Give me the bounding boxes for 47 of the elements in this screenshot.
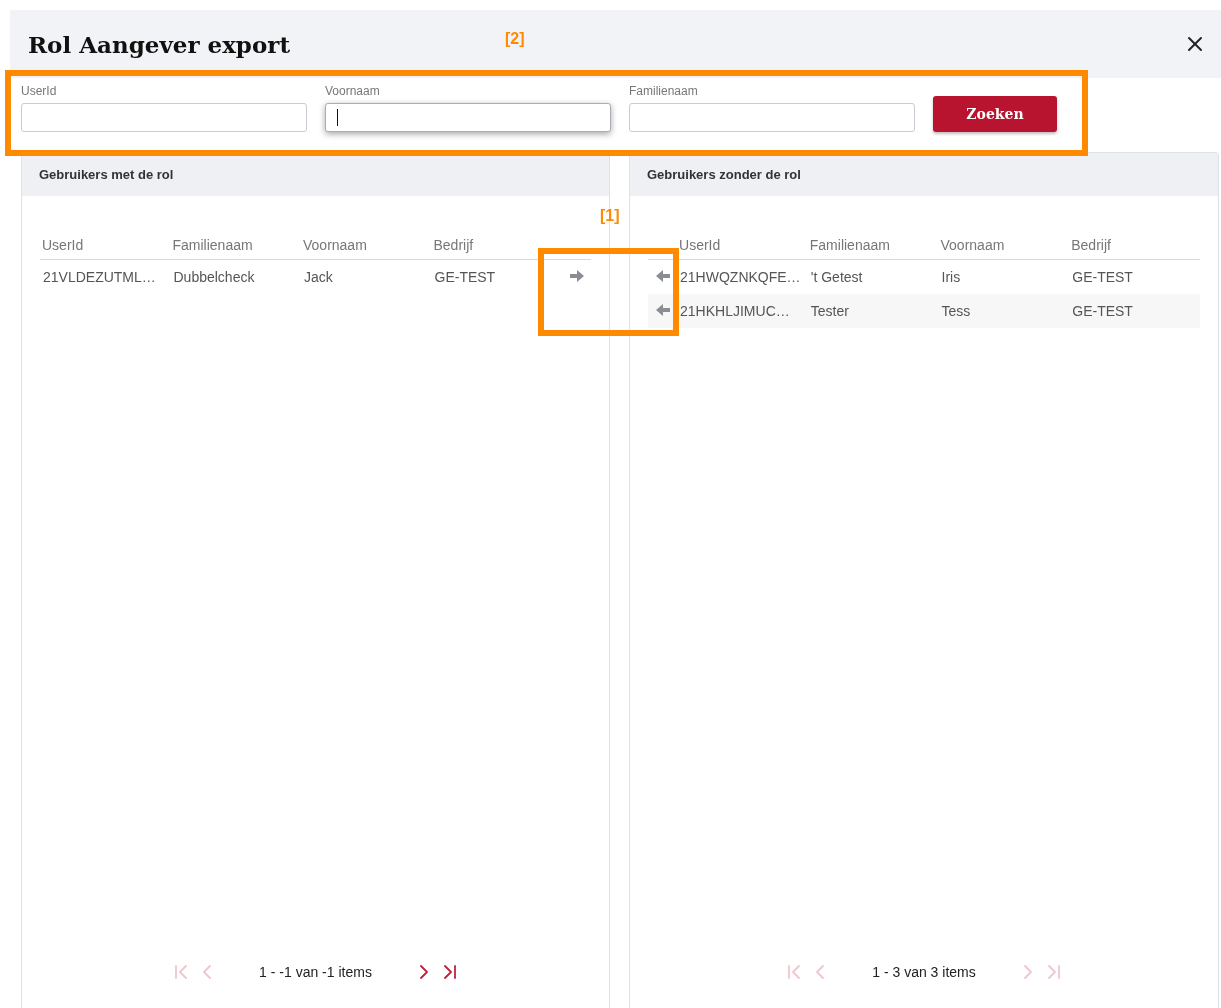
table-cell: 21HWQZNKQFE… xyxy=(680,268,801,285)
table-cell: GE-TEST xyxy=(1072,268,1133,285)
chevron-left-icon xyxy=(816,965,825,979)
table-cell: Jack xyxy=(304,268,333,285)
pager-summary: 1 - -1 van -1 items xyxy=(259,964,372,980)
table-cell: GE-TEST xyxy=(1072,302,1133,319)
table-cell: Tess xyxy=(941,302,971,319)
field-label: Familienaam xyxy=(629,84,699,98)
column-header: UserId xyxy=(40,218,171,260)
last-page-icon xyxy=(1047,965,1060,979)
column-header: Familienaam xyxy=(170,218,301,260)
table-cell: Tester xyxy=(810,302,849,319)
move-button[interactable] xyxy=(655,303,670,316)
column-header: Bedrijf xyxy=(1069,218,1200,260)
field-label: UserId xyxy=(21,84,58,98)
table-cell: Iris xyxy=(941,268,961,285)
arrow-right-icon xyxy=(569,269,584,282)
first-page-icon xyxy=(175,965,188,979)
move-button[interactable] xyxy=(569,269,584,282)
pager-summary: 1 - 3 van 3 items xyxy=(872,964,976,980)
column-header: Familienaam xyxy=(807,218,939,260)
callout-label: [2] xyxy=(505,30,525,48)
move-button[interactable] xyxy=(655,269,670,282)
dialog-title: Rol Aangever export xyxy=(28,30,291,58)
column-header: Voornaam xyxy=(301,218,432,260)
table-cell: Dubbelcheck xyxy=(173,268,255,285)
input-field[interactable] xyxy=(629,103,915,132)
callout-label: [1] xyxy=(600,207,620,225)
table-cell: 't Getest xyxy=(810,268,863,285)
table-cell: GE-TEST xyxy=(434,268,496,285)
chevron-right-icon xyxy=(419,965,428,979)
field-label: Voornaam xyxy=(325,84,381,98)
arrow-left-icon xyxy=(655,303,670,316)
text-caret xyxy=(337,109,338,126)
input-field[interactable] xyxy=(21,103,307,132)
table-cell: 21VLDEZUTML… xyxy=(43,268,156,285)
first-page-icon xyxy=(788,965,801,979)
column-header: Voornaam xyxy=(938,218,1070,260)
panel-title: Gebruikers zonder de rol xyxy=(630,153,1218,196)
arrow-left-icon xyxy=(655,269,670,282)
panel-title: Gebruikers met de rol xyxy=(22,153,609,196)
chevron-left-icon xyxy=(203,965,212,979)
chevron-right-icon xyxy=(1023,965,1032,979)
search-button[interactable]: Zoeken xyxy=(933,96,1057,132)
table-cell: 21HKHLJIMUC… xyxy=(680,302,790,319)
input-field[interactable] xyxy=(325,103,611,132)
last-page-icon xyxy=(443,965,456,979)
